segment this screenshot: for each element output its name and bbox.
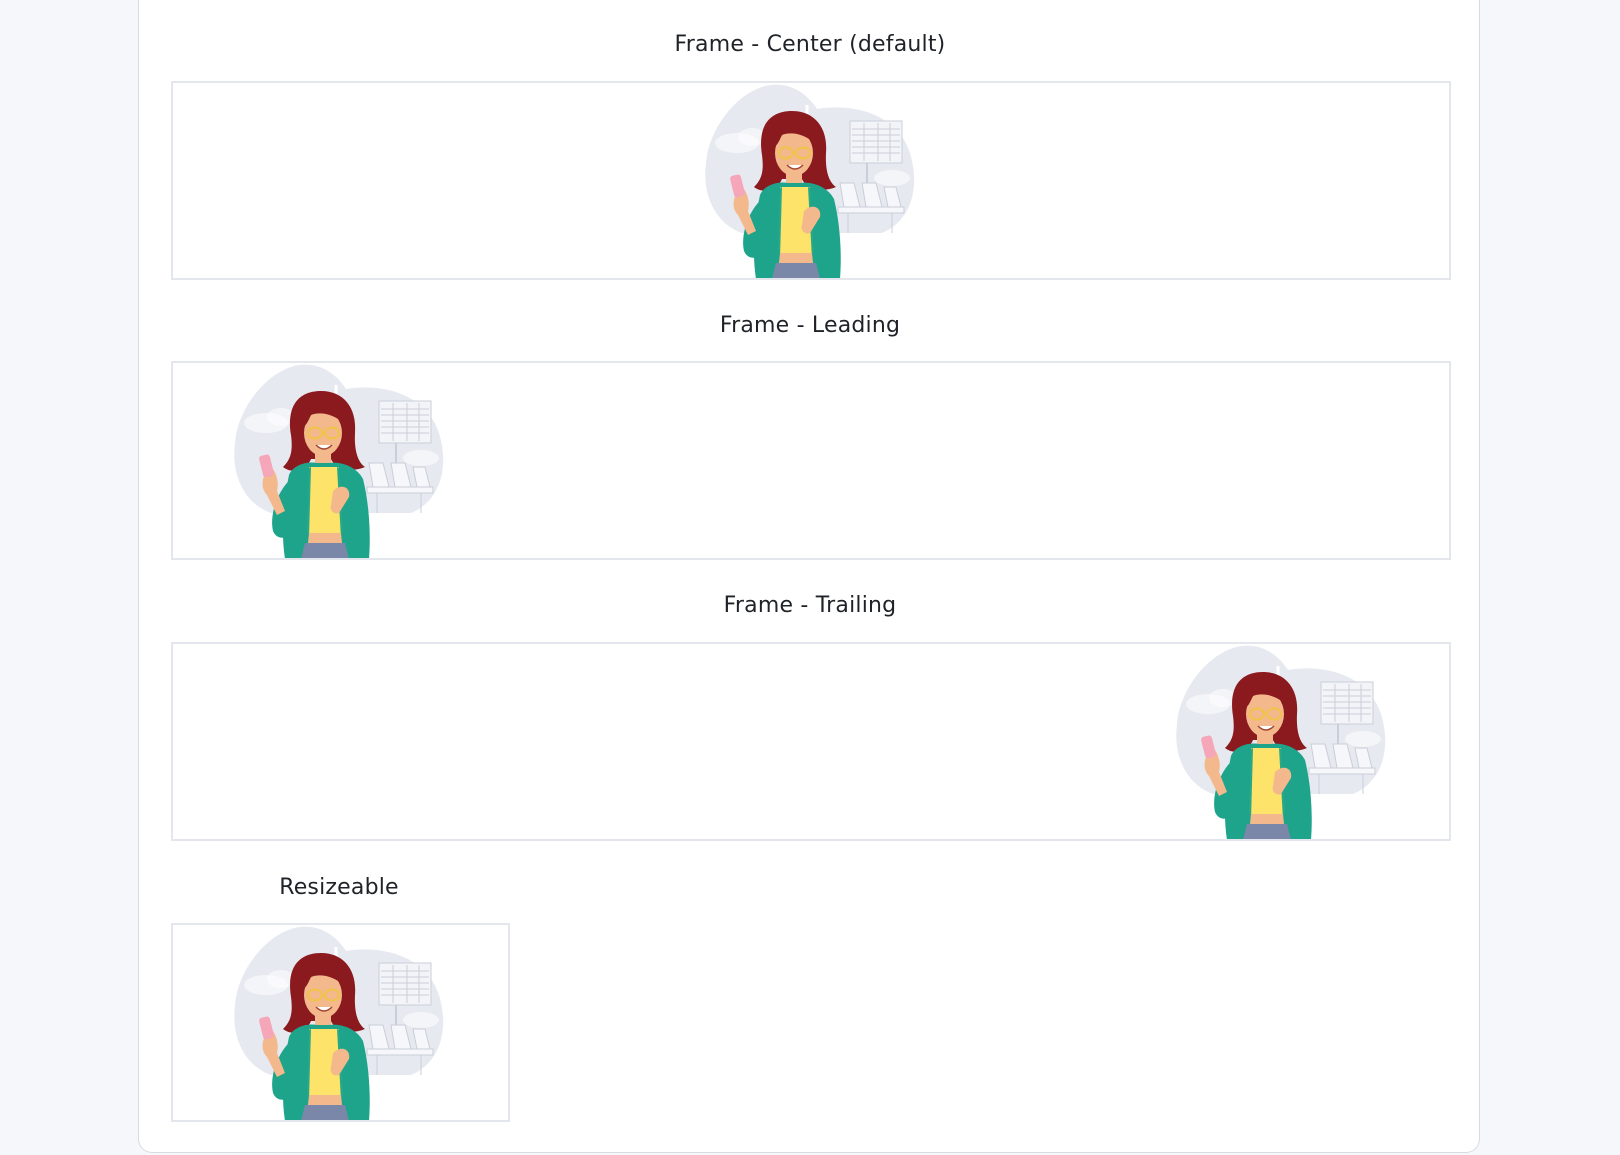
woman-with-phone-svg xyxy=(1176,645,1386,839)
section-title-trailing: Frame - Trailing xyxy=(723,593,897,618)
woman-illustration xyxy=(231,363,449,558)
section-title-leading: Frame - Leading xyxy=(719,313,901,338)
woman-illustration xyxy=(702,83,920,278)
frame-center xyxy=(171,81,1451,280)
woman-with-phone-svg xyxy=(234,926,444,1120)
frame-trailing xyxy=(171,642,1451,841)
woman-with-phone-svg xyxy=(234,364,444,558)
section-title-center: Frame - Center (default) xyxy=(674,32,946,57)
woman-with-phone-svg xyxy=(705,84,915,278)
frame-resizeable xyxy=(171,923,510,1122)
main-card: Frame - Center (default) Frame - Leading… xyxy=(138,0,1480,1153)
frame-leading xyxy=(171,361,1451,560)
woman-illustration xyxy=(1173,644,1391,839)
section-title-resizeable: Resizeable xyxy=(279,875,399,900)
woman-illustration xyxy=(231,925,449,1120)
